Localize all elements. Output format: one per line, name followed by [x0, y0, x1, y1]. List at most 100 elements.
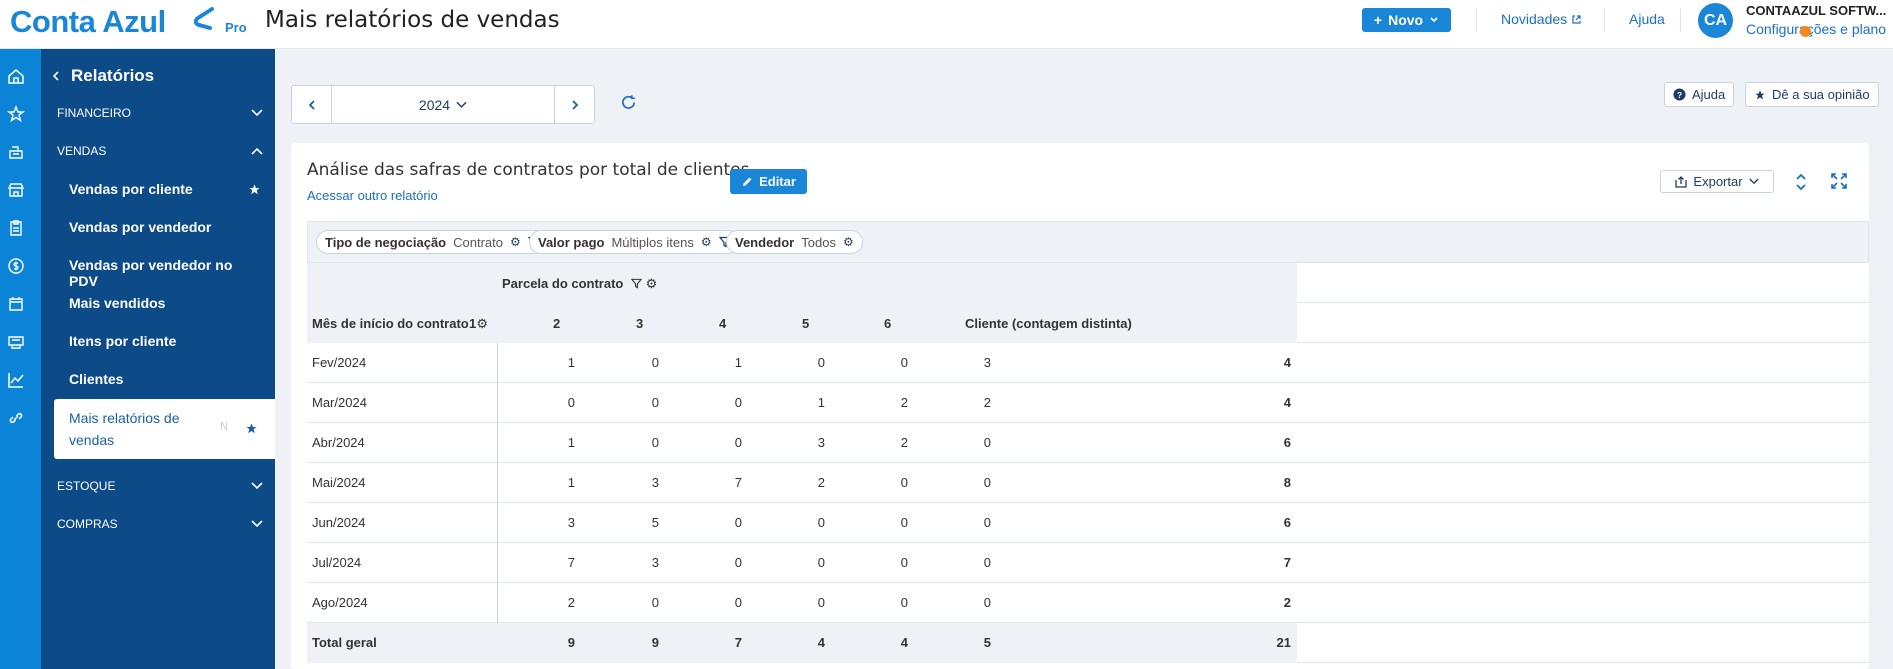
column-header[interactable]: 4 — [719, 316, 726, 331]
table-cell: 0 — [983, 595, 991, 610]
year-dropdown[interactable]: 2024 — [332, 86, 554, 123]
sidebar-section-estoque[interactable]: ESTOQUE — [57, 479, 263, 493]
account-name[interactable]: CONTAAZUL SOFTW... — [1746, 3, 1886, 18]
row-total-cell: 6 — [1283, 515, 1291, 530]
row-total-cell: 2 — [1283, 595, 1291, 610]
sidebar-back[interactable]: Relatórios — [51, 66, 154, 86]
table-cell: 0 — [817, 555, 825, 570]
plus-icon: + — [1373, 12, 1383, 28]
table-cell: 1 — [734, 355, 742, 370]
clipboard-icon[interactable] — [7, 219, 25, 237]
column-header[interactable]: 6 — [884, 316, 891, 331]
row-total-cell: 8 — [1283, 475, 1291, 490]
chevron-down-icon — [251, 482, 263, 490]
sidebar-item-itens-por-cliente[interactable]: Itens por cliente — [69, 333, 261, 349]
table-row: Mai/2024 1 3 7 2 0 0 8 — [307, 463, 1869, 503]
filter-chip-tipo-negociacao[interactable]: Tipo de negociação Contrato ⚙ — [316, 230, 549, 254]
help-button[interactable]: ? Ajuda — [1664, 82, 1735, 107]
sidebar-item-vendas-por-cliente[interactable]: Vendas por cliente — [69, 181, 261, 197]
chart-icon[interactable] — [7, 371, 25, 389]
sidebar-section-compras[interactable]: COMPRAS — [57, 517, 263, 531]
help-link[interactable]: Ajuda — [1629, 11, 1665, 27]
home-icon[interactable] — [7, 67, 25, 85]
sidebar-section-financeiro[interactable]: FINANCEIRO — [57, 106, 263, 120]
gear-icon[interactable]: ⚙ — [701, 235, 712, 249]
star-icon[interactable] — [7, 105, 25, 123]
total-column-header[interactable]: Cliente (contagem distinta) — [965, 316, 1132, 331]
chevron-down-icon — [456, 101, 467, 108]
filter-name: Valor pago — [538, 234, 605, 250]
gear-icon[interactable]: ⚙ — [510, 235, 521, 249]
sidebar-item-mais-relatorios[interactable]: Mais relatórios de vendas N — [54, 399, 275, 459]
gear-icon[interactable]: ⚙ — [476, 316, 488, 331]
column-header[interactable]: 2 — [553, 316, 560, 331]
sidebar-item-clientes[interactable]: Clientes — [69, 371, 261, 387]
star-filled-icon[interactable] — [248, 183, 261, 196]
row-total-cell: 6 — [1283, 435, 1291, 450]
table-cell: 3 — [567, 515, 575, 530]
section-label: COMPRAS — [57, 517, 118, 531]
expand-collapse-icon[interactable] — [1794, 173, 1808, 191]
table-cell: 0 — [734, 435, 742, 450]
table-cell: 0 — [567, 395, 575, 410]
news-link[interactable]: Novidades — [1501, 11, 1582, 27]
table-cell: 1 — [817, 395, 825, 410]
help-circle-icon: ? — [1673, 88, 1686, 101]
table-cell: 0 — [983, 515, 991, 530]
cash-register-icon[interactable] — [7, 143, 25, 161]
fullscreen-icon[interactable] — [1831, 173, 1847, 189]
reports-sidebar: Relatórios FINANCEIRO VENDAS Vendas por … — [41, 49, 275, 669]
grand-total-cell: 4 — [817, 635, 825, 650]
filter-chip-vendedor[interactable]: Vendedor Todos ⚙ — [726, 230, 863, 254]
sidebar-item-vendas-por-vendedor[interactable]: Vendas por vendedor — [69, 219, 261, 235]
row-header-text: Mês de início do contrato — [312, 316, 469, 331]
star-filled-icon[interactable] — [245, 422, 258, 435]
column-header[interactable]: 5 — [802, 316, 809, 331]
row-label: Jul/2024 — [312, 555, 362, 570]
report-title: Análise das safras de contratos por tota… — [307, 160, 750, 180]
export-button[interactable]: Exportar — [1660, 170, 1774, 193]
previous-year-button[interactable] — [292, 86, 332, 123]
link-icon[interactable] — [7, 409, 25, 427]
table-cell: 2 — [983, 395, 991, 410]
store-icon[interactable] — [7, 181, 25, 199]
table-cell: 0 — [983, 555, 991, 570]
sidebar-item-mais-vendidos[interactable]: Mais vendidos — [69, 295, 261, 311]
other-report-link[interactable]: Acessar outro relatório — [307, 188, 438, 203]
register-icon[interactable] — [7, 333, 25, 351]
table-row: Mar/2024 0 0 0 1 2 2 4 — [307, 383, 1869, 423]
gear-icon[interactable]: ⚙ — [843, 235, 854, 249]
new-button[interactable]: + Novo — [1362, 8, 1451, 32]
column-group-label: Parcela do contrato ⚙ — [502, 276, 657, 292]
svg-text:?: ? — [1677, 90, 1682, 100]
chevron-left-icon — [308, 99, 315, 110]
sidebar-item-vendas-por-vendedor-pdv[interactable]: Vendas por vendedor no PDV — [69, 257, 261, 289]
feedback-button-label: Dê a sua opinião — [1772, 87, 1870, 102]
brand-logo[interactable]: Conta Azul — [10, 4, 166, 40]
sidebar-section-vendas[interactable]: VENDAS — [57, 144, 263, 158]
help-button-label: Ajuda — [1692, 87, 1726, 102]
filter-chip-valor-pago[interactable]: Valor pago Múltiplos itens ⚙ — [529, 230, 740, 254]
feedback-button[interactable]: Dê a sua opinião — [1745, 82, 1879, 107]
report-card: Análise das safras de contratos por tota… — [291, 143, 1869, 669]
table-cell: 5 — [651, 515, 659, 530]
column-header[interactable]: 1 — [469, 316, 476, 331]
column-header[interactable]: 3 — [636, 316, 643, 331]
star-filled-icon — [1755, 89, 1765, 99]
row-label: Mai/2024 — [312, 475, 366, 490]
gear-icon[interactable]: ⚙ — [646, 276, 658, 291]
chevron-down-icon — [251, 109, 263, 117]
settings-plan-link[interactable]: Configurações e plano — [1746, 21, 1886, 37]
row-label: Abr/2024 — [312, 435, 365, 450]
section-label: ESTOQUE — [57, 479, 116, 493]
dollar-icon[interactable] — [7, 257, 25, 275]
sidebar-title: Relatórios — [71, 66, 155, 85]
edit-button-label: Editar — [759, 174, 796, 189]
edit-button[interactable]: Editar — [730, 169, 807, 194]
avatar[interactable]: CA — [1698, 3, 1733, 38]
refresh-icon[interactable] — [620, 94, 637, 111]
filter-icon[interactable] — [630, 278, 643, 289]
next-year-button[interactable] — [554, 86, 594, 123]
new-button-label: Novo — [1388, 12, 1424, 28]
calendar-icon[interactable] — [7, 295, 25, 313]
